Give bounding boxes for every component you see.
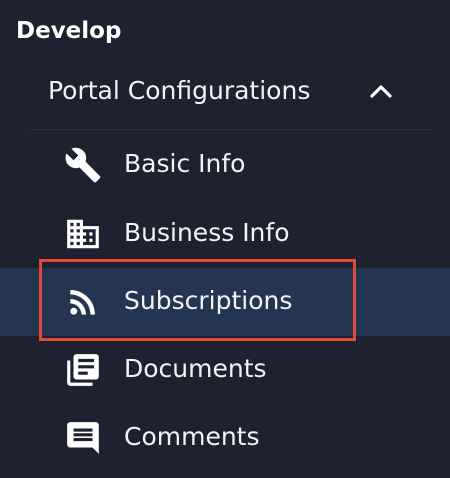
nav-item-comments[interactable]: Comments	[0, 404, 450, 472]
comment-icon	[67, 422, 99, 454]
nav-item-business-info[interactable]: Business Info	[0, 200, 450, 268]
nav-item-label: Documents	[124, 354, 267, 383]
chevron-up-icon[interactable]	[368, 83, 394, 99]
section-title-develop: Develop	[16, 18, 122, 44]
divider	[30, 129, 430, 130]
portal-configurations-toggle[interactable]: Portal Configurations	[0, 63, 430, 129]
nav-item-label: Comments	[124, 422, 260, 451]
building-icon	[67, 219, 99, 249]
highlight-box	[39, 259, 356, 341]
group-label: Portal Configurations	[48, 76, 311, 105]
wrench-icon	[65, 147, 101, 183]
nav-item-label: Basic Info	[124, 149, 246, 178]
nav-item-label: Business Info	[124, 218, 290, 247]
library-books-icon	[67, 354, 99, 386]
sidebar: Develop Portal Configurations Basic Info…	[0, 0, 450, 478]
nav-item-basic-info[interactable]: Basic Info	[0, 131, 450, 199]
nav-item-documents[interactable]: Documents	[0, 336, 450, 404]
